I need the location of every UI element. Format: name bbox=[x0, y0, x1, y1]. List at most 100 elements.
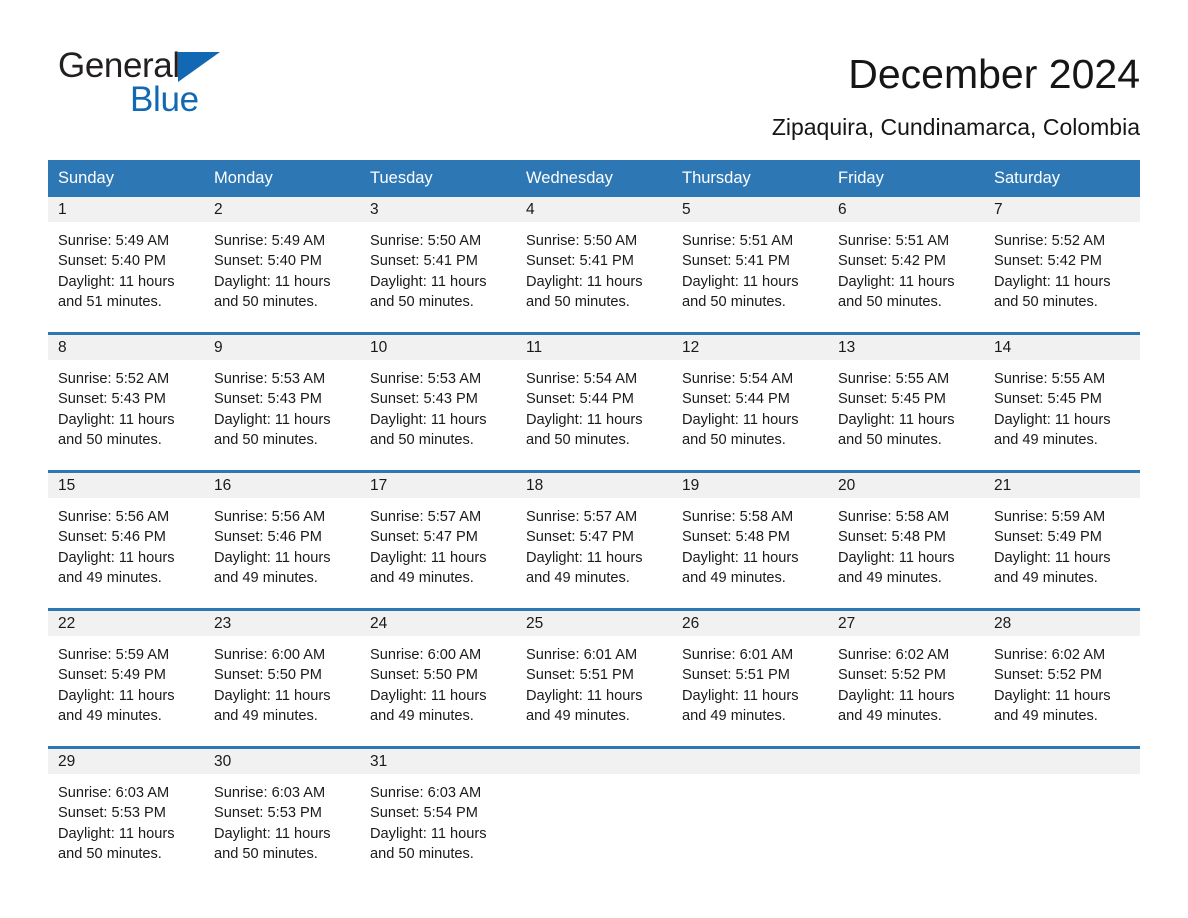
calendar-week-row: 8 Sunrise: 5:52 AM Sunset: 5:43 PM Daylight… bbox=[48, 332, 1140, 470]
day-details: Sunrise: 6:01 AM Sunset: 5:51 PM Daylight:… bbox=[516, 636, 672, 726]
sunrise-text: Sunrise: 5:59 AM bbox=[994, 509, 1106, 525]
calendar-day-cell[interactable]: 12 Sunrise: 5:54 AM Sunset: 5:44 PM Dayligh… bbox=[672, 335, 828, 470]
sunset-text: Sunset: 5:53 PM bbox=[58, 805, 166, 822]
calendar-day-cell[interactable]: 19 Sunrise: 5:58 AM Sunset: 5:48 PM Dayligh… bbox=[672, 473, 828, 608]
sunrise-text: Sunrise: 5:52 AM bbox=[994, 233, 1106, 249]
calendar-day-cell[interactable]: 23 Sunrise: 6:00 AM Sunset: 5:50 PM Dayligh… bbox=[204, 611, 360, 746]
calendar-day-cell[interactable]: 20 Sunrise: 5:58 AM Sunset: 5:48 PM Dayligh… bbox=[828, 473, 984, 608]
calendar-day-cell[interactable]: 14 Sunrise: 5:55 AM Sunset: 5:45 PM Dayligh… bbox=[984, 335, 1140, 470]
day-details: Sunrise: 6:01 AM Sunset: 5:51 PM Daylight:… bbox=[672, 636, 828, 726]
calendar-day-cell[interactable]: 15 Sunrise: 5:56 AM Sunset: 5:46 PM Dayligh… bbox=[48, 473, 204, 608]
calendar-day-cell[interactable]: 6 Sunrise: 5:51 AM Sunset: 5:42 PM Daylight… bbox=[828, 197, 984, 332]
calendar-day-cell[interactable]: 21 Sunrise: 5:59 AM Sunset: 5:49 PM Dayligh… bbox=[984, 473, 1140, 608]
day-details: Sunrise: 5:56 AM Sunset: 5:46 PM Daylight:… bbox=[204, 498, 360, 588]
sunrise-text: Sunrise: 5:54 AM bbox=[526, 371, 638, 387]
day-details: Sunrise: 5:53 AM Sunset: 5:43 PM Daylight:… bbox=[204, 360, 360, 450]
weekday-header-saturday: Saturday bbox=[994, 169, 1061, 187]
calendar-day-cell[interactable]: 16 Sunrise: 5:56 AM Sunset: 5:46 PM Dayligh… bbox=[204, 473, 360, 608]
calendar-day-cell[interactable]: 2 Sunrise: 5:49 AM Sunset: 5:40 PM Daylight… bbox=[204, 197, 360, 332]
day-number: 31 bbox=[360, 749, 516, 774]
sunrise-text: Sunrise: 5:50 AM bbox=[526, 233, 638, 249]
calendar-weeks: 1 Sunrise: 5:49 AM Sunset: 5:40 PM Daylight… bbox=[48, 197, 1140, 884]
daylight-text: Daylight: 11 hours and 49 minutes. bbox=[370, 549, 487, 586]
day-details: Sunrise: 6:03 AM Sunset: 5:54 PM Daylight:… bbox=[360, 774, 516, 864]
calendar-day-cell-empty bbox=[984, 749, 1140, 884]
sunrise-text: Sunrise: 5:57 AM bbox=[370, 509, 482, 525]
calendar-day-cell[interactable]: 7 Sunrise: 5:52 AM Sunset: 5:42 PM Daylight… bbox=[984, 197, 1140, 332]
calendar-day-cell[interactable]: 30 Sunrise: 6:03 AM Sunset: 5:53 PM Dayligh… bbox=[204, 749, 360, 884]
logo-top-row: General bbox=[58, 44, 288, 84]
sunrise-text: Sunrise: 5:54 AM bbox=[682, 371, 794, 387]
calendar-day-cell[interactable]: 24 Sunrise: 6:00 AM Sunset: 5:50 PM Dayligh… bbox=[360, 611, 516, 746]
day-number: 7 bbox=[984, 197, 1140, 222]
day-details: Sunrise: 5:59 AM Sunset: 5:49 PM Daylight:… bbox=[984, 498, 1140, 588]
sunrise-text: Sunrise: 5:53 AM bbox=[214, 371, 326, 387]
day-details: Sunrise: 5:53 AM Sunset: 5:43 PM Daylight:… bbox=[360, 360, 516, 450]
sunrise-text: Sunrise: 5:52 AM bbox=[58, 371, 170, 387]
day-details: Sunrise: 5:51 AM Sunset: 5:41 PM Daylight:… bbox=[672, 222, 828, 312]
logo-bottom-row: Blue bbox=[58, 81, 288, 119]
day-number: 28 bbox=[984, 611, 1140, 636]
calendar-day-cell[interactable]: 10 Sunrise: 5:53 AM Sunset: 5:43 PM Dayligh… bbox=[360, 335, 516, 470]
sunset-text: Sunset: 5:47 PM bbox=[526, 529, 634, 546]
day-details: Sunrise: 6:02 AM Sunset: 5:52 PM Daylight:… bbox=[984, 636, 1140, 726]
calendar-day-cell[interactable]: 25 Sunrise: 6:01 AM Sunset: 5:51 PM Dayligh… bbox=[516, 611, 672, 746]
calendar-day-cell[interactable]: 31 Sunrise: 6:03 AM Sunset: 5:54 PM Dayligh… bbox=[360, 749, 516, 884]
daylight-text: Daylight: 11 hours and 50 minutes. bbox=[370, 825, 487, 862]
daylight-text: Daylight: 11 hours and 50 minutes. bbox=[214, 411, 331, 448]
calendar-day-cell[interactable]: 29 Sunrise: 6:03 AM Sunset: 5:53 PM Dayligh… bbox=[48, 749, 204, 884]
calendar-day-cell[interactable]: 5 Sunrise: 5:51 AM Sunset: 5:41 PM Daylight… bbox=[672, 197, 828, 332]
calendar-day-cell[interactable]: 28 Sunrise: 6:02 AM Sunset: 5:52 PM Dayligh… bbox=[984, 611, 1140, 746]
logo-triangle-icon bbox=[177, 52, 220, 82]
calendar-day-cell[interactable]: 9 Sunrise: 5:53 AM Sunset: 5:43 PM Daylight… bbox=[204, 335, 360, 470]
day-details: Sunrise: 5:52 AM Sunset: 5:42 PM Daylight:… bbox=[984, 222, 1140, 312]
sunset-text: Sunset: 5:45 PM bbox=[994, 391, 1102, 408]
weekday-header-friday: Friday bbox=[838, 169, 884, 187]
day-number: 23 bbox=[204, 611, 360, 636]
calendar-day-cell[interactable]: 4 Sunrise: 5:50 AM Sunset: 5:41 PM Daylight… bbox=[516, 197, 672, 332]
day-number: 29 bbox=[48, 749, 204, 774]
sunrise-text: Sunrise: 5:50 AM bbox=[370, 233, 482, 249]
sunset-text: Sunset: 5:52 PM bbox=[994, 667, 1102, 684]
day-number: 20 bbox=[828, 473, 984, 498]
calendar-week-row: 22 Sunrise: 5:59 AM Sunset: 5:49 PM Dayligh… bbox=[48, 608, 1140, 746]
calendar-day-cell[interactable]: 13 Sunrise: 5:55 AM Sunset: 5:45 PM Dayligh… bbox=[828, 335, 984, 470]
calendar-day-cell[interactable]: 17 Sunrise: 5:57 AM Sunset: 5:47 PM Dayligh… bbox=[360, 473, 516, 608]
calendar-day-cell-empty bbox=[828, 749, 984, 884]
daylight-text: Daylight: 11 hours and 49 minutes. bbox=[526, 549, 643, 586]
calendar-day-cell[interactable]: 26 Sunrise: 6:01 AM Sunset: 5:51 PM Dayligh… bbox=[672, 611, 828, 746]
sunset-text: Sunset: 5:48 PM bbox=[838, 529, 946, 546]
calendar-day-cell[interactable]: 3 Sunrise: 5:50 AM Sunset: 5:41 PM Daylight… bbox=[360, 197, 516, 332]
day-details: Sunrise: 5:56 AM Sunset: 5:46 PM Daylight:… bbox=[48, 498, 204, 588]
day-details: Sunrise: 5:49 AM Sunset: 5:40 PM Daylight:… bbox=[204, 222, 360, 312]
day-details: Sunrise: 5:51 AM Sunset: 5:42 PM Daylight:… bbox=[828, 222, 984, 312]
day-details: Sunrise: 5:54 AM Sunset: 5:44 PM Daylight:… bbox=[516, 360, 672, 450]
sunrise-text: Sunrise: 5:53 AM bbox=[370, 371, 482, 387]
weekday-header-row: Sunday Monday Tuesday Wednesday Thursday… bbox=[48, 160, 1140, 197]
sunrise-text: Sunrise: 5:56 AM bbox=[58, 509, 170, 525]
calendar-day-cell[interactable]: 18 Sunrise: 5:57 AM Sunset: 5:47 PM Dayligh… bbox=[516, 473, 672, 608]
sunset-text: Sunset: 5:41 PM bbox=[370, 253, 478, 270]
calendar-day-cell[interactable]: 8 Sunrise: 5:52 AM Sunset: 5:43 PM Daylight… bbox=[48, 335, 204, 470]
weekday-header-wednesday: Wednesday bbox=[526, 169, 613, 187]
logo-text-blue: Blue bbox=[130, 80, 199, 119]
day-details bbox=[672, 774, 828, 783]
daylight-text: Daylight: 11 hours and 49 minutes. bbox=[682, 549, 799, 586]
daylight-text: Daylight: 11 hours and 50 minutes. bbox=[838, 273, 955, 310]
sunset-text: Sunset: 5:43 PM bbox=[370, 391, 478, 408]
sunset-text: Sunset: 5:44 PM bbox=[526, 391, 634, 408]
calendar-day-cell[interactable]: 1 Sunrise: 5:49 AM Sunset: 5:40 PM Daylight… bbox=[48, 197, 204, 332]
day-details: Sunrise: 6:00 AM Sunset: 5:50 PM Daylight:… bbox=[204, 636, 360, 726]
sunrise-text: Sunrise: 5:55 AM bbox=[994, 371, 1106, 387]
day-number bbox=[516, 749, 672, 774]
daylight-text: Daylight: 11 hours and 50 minutes. bbox=[682, 411, 799, 448]
location-subtitle: Zipaquira, Cundinamarca, Colombia bbox=[771, 114, 1140, 140]
calendar-day-cell[interactable]: 11 Sunrise: 5:54 AM Sunset: 5:44 PM Dayligh… bbox=[516, 335, 672, 470]
calendar-day-cell[interactable]: 22 Sunrise: 5:59 AM Sunset: 5:49 PM Dayligh… bbox=[48, 611, 204, 746]
day-number: 19 bbox=[672, 473, 828, 498]
day-details bbox=[984, 774, 1140, 783]
page-title: December 2024 bbox=[848, 51, 1140, 97]
calendar-day-cell[interactable]: 27 Sunrise: 6:02 AM Sunset: 5:52 PM Dayligh… bbox=[828, 611, 984, 746]
daylight-text: Daylight: 11 hours and 50 minutes. bbox=[682, 273, 799, 310]
weekday-header-monday: Monday bbox=[214, 169, 273, 187]
